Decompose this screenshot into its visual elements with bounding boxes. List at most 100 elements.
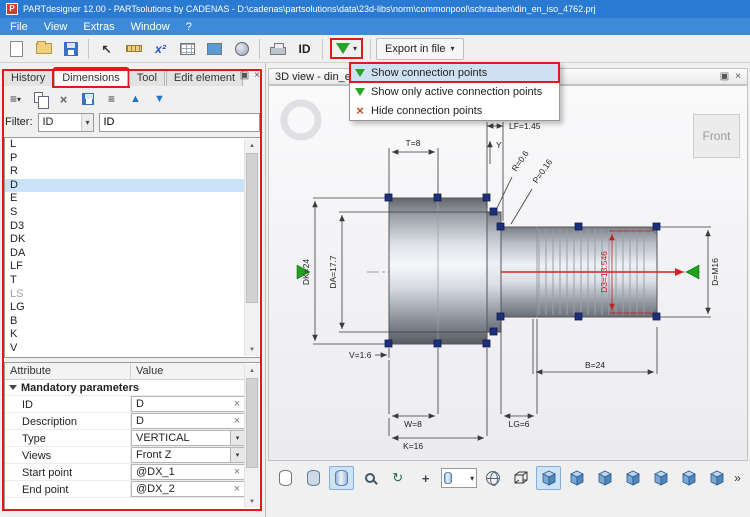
list-item[interactable]: V [5,342,244,356]
cylinder-flat-button[interactable] [301,466,326,490]
value-dropdown[interactable]: Front Z ▾ [131,447,245,463]
front-view-button[interactable]: Front [693,114,740,158]
list-item[interactable]: P [5,152,244,166]
chevron-down-icon[interactable]: ▾ [230,448,244,462]
scroll-up-icon[interactable]: ▲ [245,364,259,377]
new-file-button[interactable] [4,38,29,60]
zoom-button[interactable] [357,466,382,490]
menu-view[interactable]: View [36,20,76,34]
cylinder-shaded-button[interactable] [329,466,354,490]
close-panel-icon[interactable]: × [254,70,260,81]
clear-icon[interactable]: × [230,415,244,427]
clear-icon[interactable]: × [230,398,244,410]
part-button[interactable] [229,38,254,60]
table-scrollbar[interactable]: ▲ ▼ [244,364,259,508]
orbit-button[interactable]: ↻ [385,466,410,490]
value-field[interactable]: D × [131,396,245,412]
list-item[interactable]: LS [5,288,244,302]
list-item[interactable]: DA [5,247,244,261]
parameter-list[interactable]: L P R D E S D3 DK DA LF T LS LG B K V ▲ … [4,137,261,358]
list-item[interactable]: LF [5,260,244,274]
wireframe-cube-button[interactable] [508,466,533,490]
list-item[interactable]: B [5,315,244,329]
shaded-cube-button[interactable] [536,466,561,490]
list-item[interactable]: K [5,328,244,342]
connection-points-dropdown-button[interactable]: ▾ [332,40,361,57]
axis-label-y: Y [496,140,502,150]
tab-dimensions[interactable]: Dimensions [54,69,127,86]
filter-input[interactable] [99,113,261,132]
menu-file[interactable]: File [2,20,36,34]
list-item[interactable]: D3 [5,220,244,234]
scroll-down-icon[interactable]: ▼ [245,495,259,508]
scroll-down-icon[interactable]: ▼ [245,343,259,356]
value-field[interactable]: D × [131,413,245,429]
copy-button[interactable] [29,89,50,109]
value-dropdown[interactable]: VERTICAL ▾ [131,430,245,446]
float-panel-icon[interactable]: ▣ [720,71,729,82]
more-tools-button[interactable]: » [732,471,743,485]
list-item[interactable]: LG [5,301,244,315]
delete-button[interactable]: × [53,89,74,109]
property-row: Description D × [5,413,245,430]
move-up-button[interactable]: ▲ [125,89,146,109]
menu-window[interactable]: Window [123,20,178,34]
clear-icon[interactable]: × [230,483,244,495]
perspective-button[interactable] [480,466,505,490]
list-item[interactable]: L [5,138,244,152]
open-button[interactable] [31,38,56,60]
measure-button[interactable] [121,38,146,60]
view-cube-button-4[interactable] [648,466,673,490]
view-cube-button-6[interactable] [704,466,729,490]
tab-edit-element[interactable]: Edit element [166,69,243,86]
view-cube-button-5[interactable] [676,466,701,490]
view-cube-button-2[interactable] [592,466,617,490]
menu-item-show-connection-points[interactable]: Show connection points [350,63,559,82]
list-item[interactable]: E [5,192,244,206]
list-scrollbar[interactable]: ▲ ▼ [244,139,259,356]
view-cube-button-3[interactable] [620,466,645,490]
print-button[interactable] [265,38,290,60]
value-field[interactable]: @DX_1 × [131,464,245,480]
filter-field-dropdown[interactable]: ID ▾ [38,113,94,132]
pan-button[interactable]: + [413,466,438,490]
table-button[interactable] [175,38,200,60]
formula-button[interactable]: x² [148,38,173,60]
save-list-button[interactable] [77,89,98,109]
list-item[interactable]: T [5,274,244,288]
list-menu-button[interactable]: ≡▾ [5,89,26,109]
scrollbar-thumb[interactable] [246,378,258,468]
close-panel-icon[interactable]: × [735,71,741,82]
screw-geometry[interactable] [389,198,657,344]
chevron-down-icon[interactable]: ▾ [230,431,244,445]
render-mode-dropdown[interactable]: ▾ [441,468,477,488]
value-field[interactable]: @DX_2 × [131,481,245,497]
list-item[interactable]: R [5,165,244,179]
list-item-selected[interactable]: D [5,179,244,193]
save-button[interactable] [58,38,83,60]
list-item[interactable]: S [5,206,244,220]
menu-item-hide-connection-points[interactable]: × Hide connection points [350,101,559,120]
list-view-button[interactable]: ≡ [101,89,122,109]
view-cube-button-1[interactable] [564,466,589,490]
scroll-up-icon[interactable]: ▲ [245,139,259,152]
clear-icon[interactable]: × [230,466,244,478]
mandatory-parameters-group[interactable]: Mandatory parameters [5,380,245,396]
list-item[interactable]: DK [5,233,244,247]
tab-tool[interactable]: Tool [129,69,165,86]
attributes-button[interactable] [202,38,227,60]
scrollbar-thumb[interactable] [246,153,258,303]
drawing-viewport[interactable]: T=8 LF=1.45 Y R=0.6 P=0.16 DK=24 DA=17.7… [268,85,748,461]
cylinder-wireframe-button[interactable] [273,466,298,490]
select-button[interactable]: ↖ [94,38,119,60]
menu-item-show-only-active-connection-points[interactable]: Show only active connection points [350,82,559,101]
export-in-file-button[interactable]: Export in file ▾ [376,38,464,60]
technical-drawing[interactable]: T=8 LF=1.45 Y R=0.6 P=0.16 DK=24 DA=17.7… [269,86,747,461]
float-panel-icon[interactable]: ▣ [240,70,249,81]
id-button[interactable]: ID [292,38,317,60]
view-panel: 3D view - din_en_is ▣ × [266,63,750,517]
menu-extras[interactable]: Extras [75,20,122,34]
tab-history[interactable]: History [3,69,53,86]
move-down-button[interactable]: ▼ [149,89,170,109]
menu-help[interactable]: ? [178,20,200,34]
